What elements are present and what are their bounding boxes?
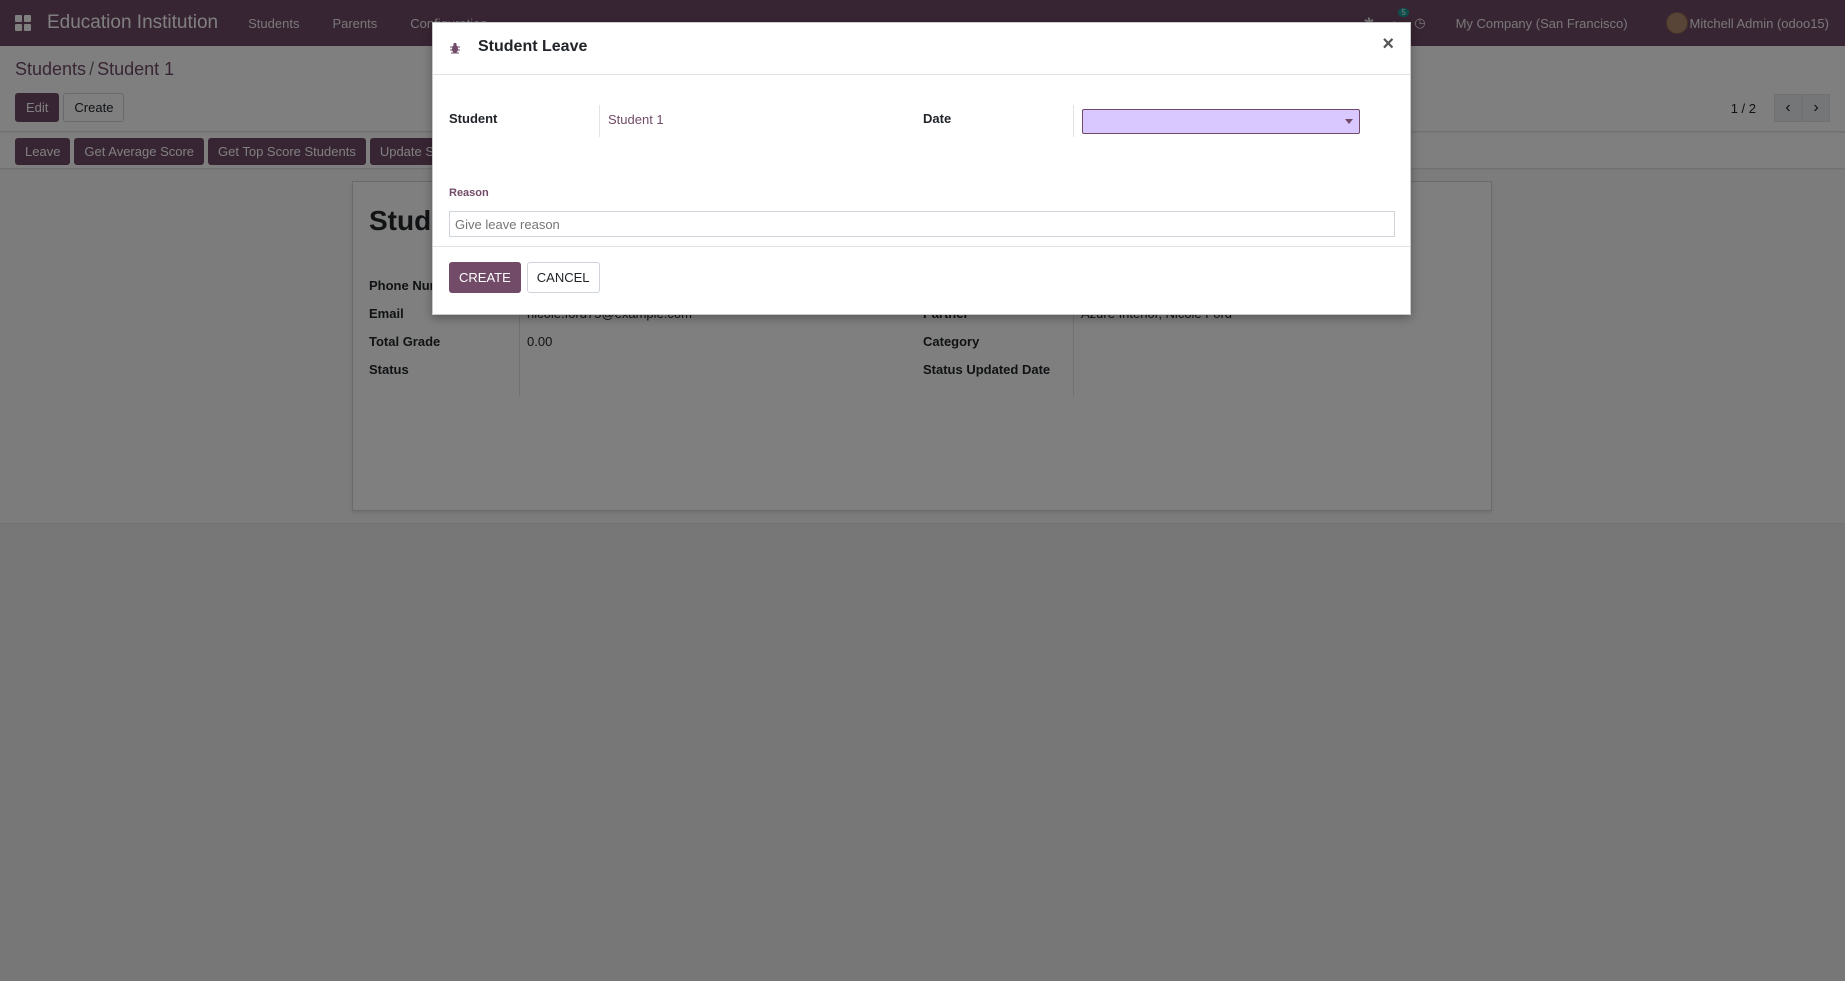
dialog-title: Student Leave bbox=[478, 38, 588, 55]
dialog-footer: CREATE CANCEL bbox=[433, 246, 1410, 316]
chevron-down-icon[interactable] bbox=[1345, 119, 1353, 124]
student-leave-dialog: Student Leave × Student Student 1 Date R… bbox=[432, 22, 1411, 315]
student-value-link[interactable]: Student 1 bbox=[608, 112, 664, 127]
create-leave-button[interactable]: CREATE bbox=[449, 262, 521, 293]
reason-input[interactable] bbox=[449, 211, 1395, 237]
bug-icon bbox=[450, 42, 460, 54]
field-divider bbox=[1073, 105, 1074, 137]
close-icon[interactable]: × bbox=[1382, 33, 1394, 55]
student-label: Student bbox=[449, 111, 498, 126]
dialog-header: Student Leave × bbox=[433, 23, 1410, 75]
reason-label: Reason bbox=[449, 187, 489, 199]
date-field[interactable] bbox=[1082, 109, 1360, 134]
field-divider bbox=[599, 105, 600, 137]
date-label: Date bbox=[923, 111, 952, 126]
cancel-button[interactable]: CANCEL bbox=[526, 262, 600, 293]
dialog-body: Student Student 1 Date Reason bbox=[433, 75, 1410, 245]
